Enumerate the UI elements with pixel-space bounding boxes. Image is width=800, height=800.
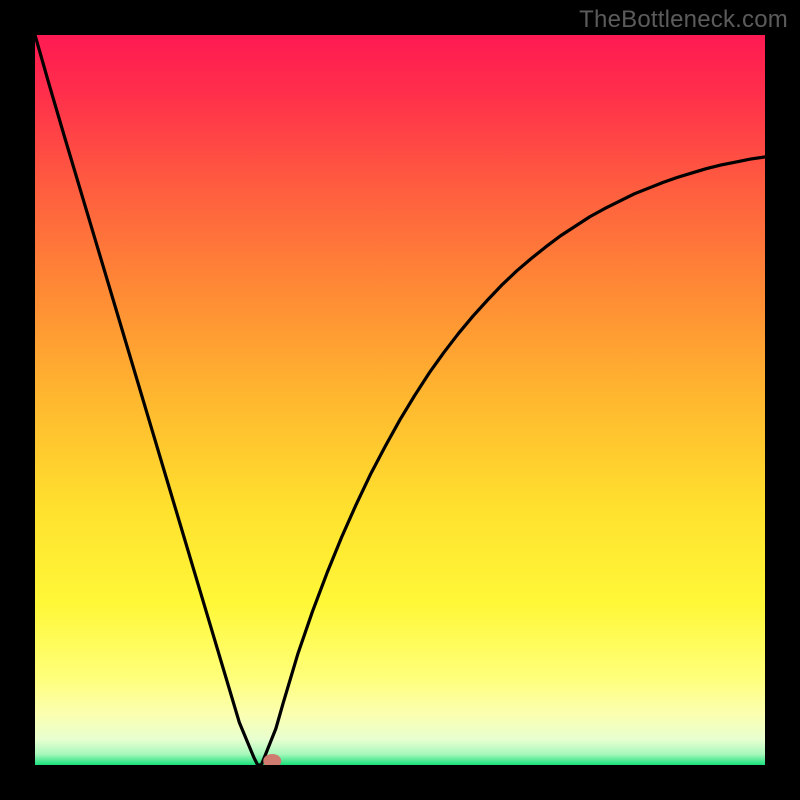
plot-area: [35, 35, 765, 765]
chart-frame: TheBottleneck.com: [0, 0, 800, 800]
chart-svg: [35, 35, 765, 765]
watermark-text: TheBottleneck.com: [579, 6, 788, 34]
